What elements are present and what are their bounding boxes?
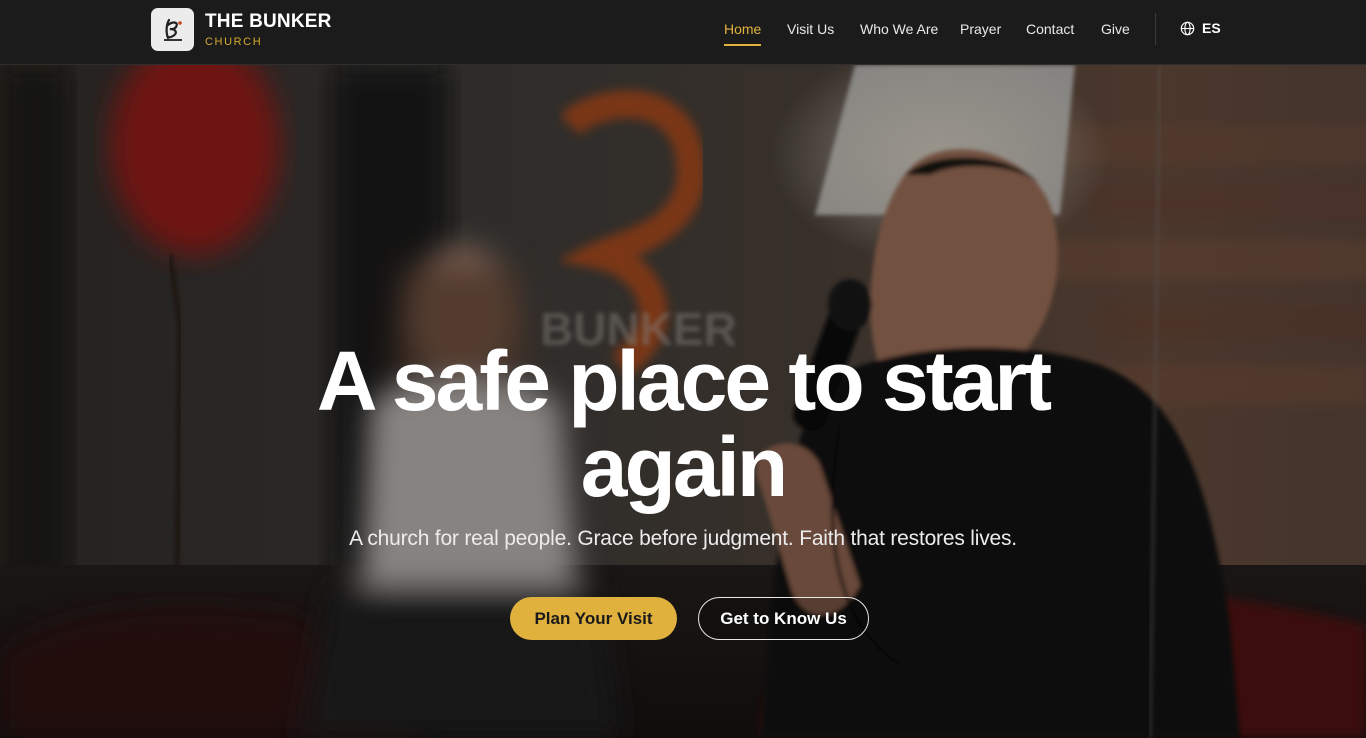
get-to-know-us-button[interactable]: Get to Know Us: [698, 597, 869, 640]
nav-give[interactable]: Give: [1101, 20, 1130, 46]
site-header: THE BUNKER CHURCH Home Visit Us Who We A…: [0, 0, 1366, 65]
nav-prayer[interactable]: Prayer: [960, 20, 1001, 46]
plan-your-visit-button[interactable]: Plan Your Visit: [510, 597, 677, 640]
hero-subtitle: A church for real people. Grace before j…: [349, 527, 1017, 550]
nav-contact[interactable]: Contact: [1026, 20, 1074, 46]
globe-icon: [1180, 21, 1195, 35]
nav-divider: [1155, 13, 1156, 45]
main-nav: Home Visit Us Who We Are Prayer Contact …: [0, 0, 1366, 64]
nav-who-we-are[interactable]: Who We Are: [860, 20, 938, 46]
nav-home[interactable]: Home: [724, 20, 762, 46]
nav-visit-us[interactable]: Visit Us: [787, 20, 834, 46]
language-label: ES: [1202, 20, 1221, 36]
hero-title: A safe place to start again: [316, 334, 1052, 514]
hero-section: BUNKER A safe place to start again A chu…: [0, 65, 1366, 738]
language-toggle[interactable]: ES: [1180, 20, 1221, 36]
